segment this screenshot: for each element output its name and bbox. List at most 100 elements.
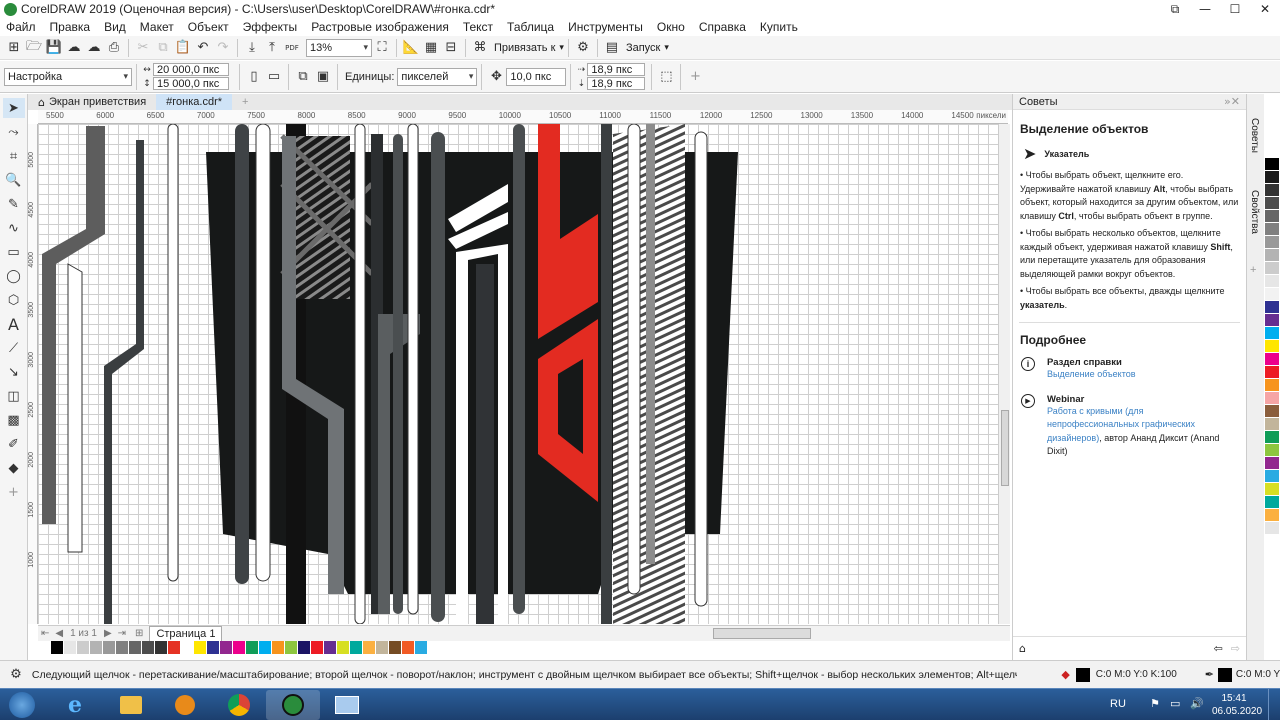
menu-file[interactable]: Файл [6, 20, 36, 34]
palette-swatch[interactable] [415, 641, 428, 654]
tab-document[interactable]: #гонка.cdr* [156, 94, 233, 110]
palette-swatch[interactable] [1265, 197, 1279, 210]
palette-swatch[interactable] [246, 641, 259, 654]
palette-swatch[interactable] [1265, 275, 1279, 288]
race-graphic-artwork[interactable] [38, 124, 998, 624]
palette-swatch[interactable] [1265, 210, 1279, 223]
all-pages-icon[interactable]: ⧉ [293, 67, 313, 87]
next-page-icon[interactable]: ▶ [104, 628, 112, 639]
parallel-dimension-icon[interactable]: ⟋ [3, 338, 25, 358]
palette-swatch[interactable] [51, 641, 64, 654]
export-pdf-icon[interactable]: PDF [282, 38, 302, 58]
add-icon[interactable]: + [685, 67, 705, 87]
print-icon[interactable]: ⎙ [104, 38, 124, 58]
paste-icon[interactable]: 📋 [173, 38, 193, 58]
menu-tools[interactable]: Инструменты [568, 20, 643, 34]
copy-icon[interactable]: ⧉ [153, 38, 173, 58]
new-document-icon[interactable]: ⊞ [4, 38, 24, 58]
crop-tool-icon[interactable]: ⌗ [3, 146, 25, 166]
settings-gear-icon[interactable]: ⚙ [6, 665, 26, 685]
add-page-icon[interactable]: ⊞ [135, 628, 143, 639]
palette-swatch[interactable] [1265, 249, 1279, 262]
palette-swatch[interactable] [1265, 535, 1279, 548]
connector-tool-icon[interactable]: ↘ [3, 362, 25, 382]
palette-swatch[interactable] [324, 641, 337, 654]
export-icon[interactable]: ⤒ [262, 38, 282, 58]
zoom-tool-icon[interactable]: 🔍 [3, 170, 25, 190]
palette-swatch[interactable] [1265, 483, 1279, 496]
page-tab[interactable]: Страница 1 [149, 626, 223, 641]
forward-arrow-icon[interactable]: ⇨ [1231, 642, 1240, 655]
home-icon[interactable]: ⌂ [1019, 642, 1026, 655]
palette-swatch[interactable] [1265, 405, 1279, 418]
palette-swatch[interactable] [1265, 288, 1279, 301]
palette-swatch[interactable] [1265, 353, 1279, 366]
menu-bitmaps[interactable]: Растровые изображения [311, 20, 449, 34]
vertical-ruler[interactable]: 5000 4500 4000 3500 3000 2500 2000 1500 1000 [28, 124, 38, 624]
palette-swatch[interactable] [1265, 366, 1279, 379]
drop-shadow-icon[interactable]: ◫ [3, 386, 25, 406]
palette-swatch[interactable] [1265, 418, 1279, 431]
eyedropper-icon[interactable]: ✐ [3, 434, 25, 454]
save-icon[interactable]: 💾 [44, 38, 64, 58]
page-frame-icon[interactable]: ⬚ [656, 67, 676, 87]
page-height-input[interactable]: 15 000,0 пкс [153, 77, 229, 90]
palette-swatch[interactable] [103, 641, 116, 654]
palette-swatch[interactable] [1265, 184, 1279, 197]
snap-to-dropdown[interactable]: Привязать к [494, 42, 555, 54]
open-folder-icon[interactable]: 🗁 [24, 38, 44, 58]
explorer-taskbar-icon[interactable] [104, 690, 158, 720]
redo-icon[interactable]: ↷ [213, 38, 233, 58]
palette-swatch[interactable] [116, 641, 129, 654]
text-tool-icon[interactable]: A [3, 314, 25, 334]
rectangle-tool-icon[interactable]: ▭ [3, 242, 25, 262]
palette-swatch[interactable] [220, 641, 233, 654]
tray-screen-icon[interactable]: ▭ [1170, 697, 1180, 710]
palette-swatch[interactable] [129, 641, 142, 654]
polygon-tool-icon[interactable]: ⬡ [3, 290, 25, 310]
palette-swatch[interactable] [259, 641, 272, 654]
close-button[interactable]: ✕ [1250, 0, 1280, 18]
portrait-icon[interactable]: ▯ [244, 67, 264, 87]
interactive-fill-icon[interactable]: ◆ [3, 458, 25, 478]
palette-swatch[interactable] [38, 641, 51, 654]
cloud-download-icon[interactable]: ☁ [64, 38, 84, 58]
show-grid-icon[interactable]: ▦ [421, 38, 441, 58]
options-gear-icon[interactable]: ⚙ [573, 38, 593, 58]
tab-welcome[interactable]: ⌂ Экран приветствия [28, 94, 157, 110]
palette-swatch[interactable] [337, 641, 350, 654]
color-palette[interactable] [38, 641, 658, 655]
minimize-button[interactable]: — [1190, 0, 1220, 18]
menu-object[interactable]: Объект [188, 20, 229, 34]
undo-icon[interactable]: ↶ [193, 38, 213, 58]
full-screen-icon[interactable]: ⛶ [372, 38, 392, 58]
menu-effects[interactable]: Эффекты [243, 20, 298, 34]
fill-swatch[interactable] [1075, 667, 1090, 682]
palette-swatch[interactable] [1265, 236, 1279, 249]
palette-swatch[interactable] [1265, 431, 1279, 444]
chrome-taskbar-icon[interactable] [212, 690, 266, 720]
palette-swatch[interactable] [272, 641, 285, 654]
menu-layout[interactable]: Макет [140, 20, 174, 34]
page-width-input[interactable]: 20 000,0 пкс [153, 63, 229, 76]
transparency-icon[interactable]: ▩ [3, 410, 25, 430]
palette-swatch[interactable] [1265, 392, 1279, 405]
palette-swatch[interactable] [77, 641, 90, 654]
palette-swatch[interactable] [389, 641, 402, 654]
palette-swatch[interactable] [1265, 522, 1279, 535]
cut-icon[interactable]: ✂ [133, 38, 153, 58]
vertical-scrollbar[interactable] [998, 124, 1010, 624]
start-button[interactable] [2, 690, 42, 720]
palette-swatch[interactable] [90, 641, 103, 654]
horizontal-scrollbar[interactable] [713, 628, 811, 639]
vertical-color-palette[interactable] [1264, 145, 1280, 625]
outline-swatch[interactable] [1217, 667, 1232, 682]
palette-swatch[interactable] [311, 641, 324, 654]
help-link[interactable]: Выделение объектов [1047, 368, 1136, 382]
coreldraw-taskbar-icon[interactable] [266, 690, 320, 720]
prev-page-icon[interactable]: ◀ [55, 628, 63, 639]
palette-swatch[interactable] [1265, 301, 1279, 314]
palette-swatch[interactable] [1265, 470, 1279, 483]
add-tool-icon[interactable]: + [3, 482, 25, 502]
palette-swatch[interactable] [1265, 509, 1279, 522]
